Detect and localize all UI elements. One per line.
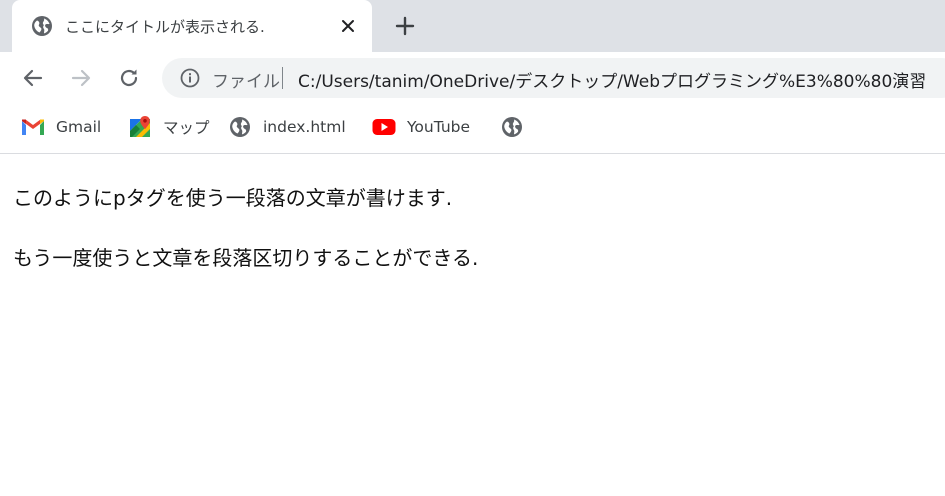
paragraph: もう一度使うと文章を段落区切りすることができる. [13,246,479,270]
back-button[interactable] [19,64,47,92]
scheme-label: ファイル [212,72,280,92]
bookmark-label: YouTube [407,118,471,136]
bookmark-maps[interactable]: マップ [128,114,210,140]
bookmark-untitled[interactable] [500,114,524,140]
back-arrow-icon [23,69,43,87]
omnibox-divider [282,67,283,89]
bookmarks-bar: Gmail マップ index.html YouTube [0,104,945,154]
forward-arrow-icon [71,69,91,87]
globe-icon [228,115,252,139]
youtube-icon [372,115,396,139]
plus-icon [395,16,415,36]
bookmark-label: Gmail [56,118,102,136]
browser-window: ここにタイトルが表示される. ファイル C:/Users/tanim/OneDr… [0,0,945,496]
reload-icon [120,69,138,87]
url-text[interactable]: C:/Users/tanim/OneDrive/デスクトップ/Webプログラミン… [298,67,926,92]
bookmark-gmail[interactable]: Gmail [21,114,101,140]
forward-button[interactable] [67,64,95,92]
close-tab-icon[interactable] [337,15,359,37]
active-tab[interactable]: ここにタイトルが表示される. [12,0,372,52]
bookmark-index-html[interactable]: index.html [228,114,346,140]
toolbar: ファイル C:/Users/tanim/OneDrive/デスクトップ/Webプ… [0,52,945,104]
reload-button[interactable] [115,64,143,92]
paragraph: このようにpタグを使う一段落の文章が書けます. [13,186,453,210]
maps-icon [128,115,152,139]
gmail-icon [21,115,45,139]
info-icon[interactable] [179,67,201,89]
tab-strip: ここにタイトルが表示される. [0,0,945,52]
globe-icon [31,15,53,37]
page-content: このようにpタグを使う一段落の文章が書けます. もう一度使うと文章を段落区切りす… [0,154,945,496]
bookmark-youtube[interactable]: YouTube [372,114,470,140]
bookmark-label: マップ [163,119,210,137]
globe-icon [500,115,524,139]
address-bar[interactable]: ファイル C:/Users/tanim/OneDrive/デスクトップ/Webプ… [162,58,945,98]
bookmark-label: index.html [263,118,346,136]
new-tab-button[interactable] [392,13,418,39]
tab-title: ここにタイトルが表示される. [65,18,265,36]
